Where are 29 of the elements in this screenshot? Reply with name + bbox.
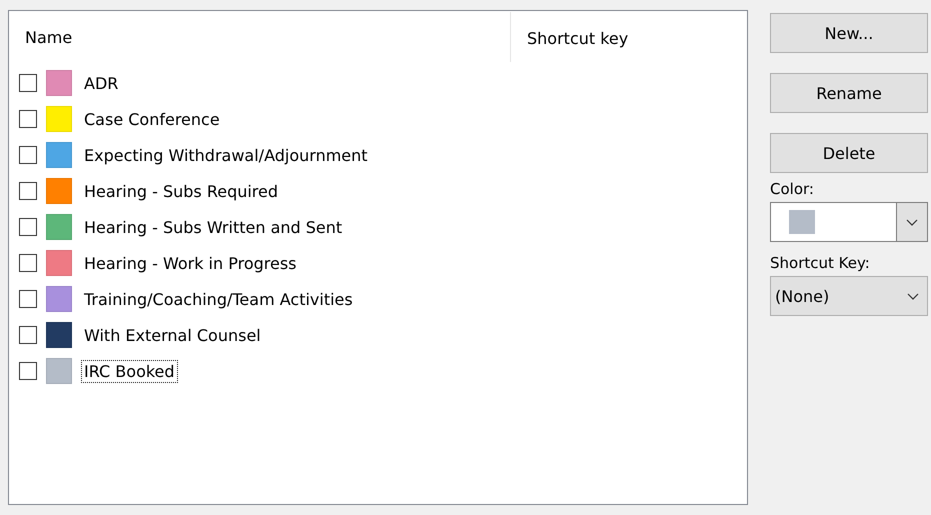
checkbox[interactable] [19, 110, 37, 128]
category-name[interactable]: Hearing - Subs Required [81, 180, 282, 202]
shortcut-key-label: Shortcut Key: [770, 254, 871, 272]
checkbox[interactable] [19, 146, 37, 164]
category-name[interactable]: Hearing - Subs Written and Sent [81, 216, 346, 238]
checkbox[interactable] [19, 218, 37, 236]
category-name[interactable]: Hearing - Work in Progress [81, 252, 300, 274]
checkbox[interactable] [19, 182, 37, 200]
checkbox[interactable] [19, 290, 37, 308]
category-name[interactable]: With External Counsel [81, 324, 264, 346]
category-name[interactable]: IRC Booked [81, 360, 178, 382]
checkbox[interactable] [19, 362, 37, 380]
category-name[interactable]: ADR [81, 72, 122, 94]
chevron-down-icon [906, 218, 918, 226]
color-label: Color: [770, 180, 815, 198]
action-button[interactable]: Delete [770, 133, 928, 173]
checkbox[interactable] [19, 326, 37, 344]
shortcut-key-dropdown[interactable]: (None) [770, 276, 928, 316]
column-header[interactable]: Name [9, 12, 511, 62]
color-dropdown[interactable] [770, 202, 928, 242]
checkbox[interactable] [19, 74, 37, 92]
action-button[interactable]: Rename [770, 73, 928, 113]
category-name[interactable]: Training/Coaching/Team Activities [81, 288, 356, 310]
category-name[interactable]: Expecting Withdrawal/Adjournment [81, 144, 371, 166]
column-header[interactable]: Shortcut key [511, 11, 628, 65]
checkbox[interactable] [19, 254, 37, 272]
chevron-down-icon [907, 292, 919, 300]
action-button[interactable]: New... [770, 13, 928, 53]
category-name[interactable]: Case Conference [81, 108, 223, 130]
